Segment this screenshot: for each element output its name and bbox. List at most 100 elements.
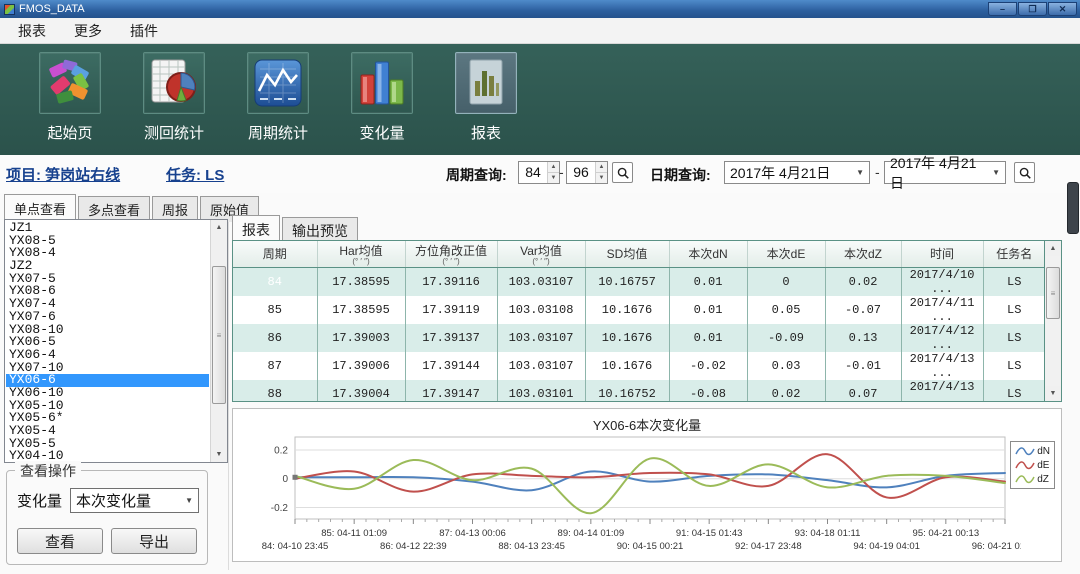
column-header[interactable]: 本次dN bbox=[669, 241, 747, 267]
point-listbox: JZ1YX08-5YX08-4JZ2YX07-5YX08-6YX07-4YX07… bbox=[4, 219, 228, 463]
menubar: 报表 更多 插件 bbox=[0, 18, 1080, 44]
column-header[interactable]: 本次dZ bbox=[825, 241, 901, 267]
toolbar-report-button[interactable]: 报表 bbox=[438, 44, 534, 155]
table-cell: -0.02 bbox=[669, 352, 747, 380]
table-cell: -0.08 bbox=[669, 380, 747, 402]
variation-chart-panel: YX06-6本次变化量 0.20-0.284: 04-10 23:4585: 0… bbox=[232, 408, 1062, 562]
date-from-combobox[interactable]: 2017年 4月21日 ▼ bbox=[724, 161, 870, 184]
svg-text:86: 04-12 22:39: 86: 04-12 22:39 bbox=[380, 541, 447, 552]
column-header[interactable]: Var均值(° ′ ″) bbox=[497, 241, 585, 267]
table-cell: 0 bbox=[747, 267, 825, 296]
toolbar: 起始页 测回统计 bbox=[0, 44, 1080, 155]
date-search-button[interactable] bbox=[1014, 162, 1035, 183]
table-cell: 17.39003 bbox=[317, 324, 405, 352]
project-link[interactable]: 项目: 笋岗站右线 bbox=[6, 164, 120, 185]
variation-type-dropdown[interactable]: 本次变化量 ▼ bbox=[70, 488, 199, 513]
legend-line-icon bbox=[1015, 445, 1035, 458]
panel-divider bbox=[228, 219, 229, 570]
query-bar: 项目: 笋岗站右线 任务: LS 周期查询: 84 ▲ ▼ - 96 ▲ ▼ 日… bbox=[0, 155, 1080, 193]
window-title: FMOS_DATA bbox=[19, 3, 85, 15]
table-cell: 0.07 bbox=[825, 380, 901, 402]
period-from-spinner[interactable]: 84 ▲ ▼ bbox=[518, 161, 560, 184]
titlebar: FMOS_DATA – ❐ ✕ bbox=[0, 0, 1080, 18]
tab-single-point[interactable]: 单点查看 bbox=[4, 194, 76, 222]
column-header[interactable]: 周期 bbox=[233, 241, 317, 267]
table-cell: 2017/4/10 ... bbox=[901, 267, 983, 296]
period-to-up-arrow[interactable]: ▲ bbox=[596, 162, 607, 173]
period-to-spinner[interactable]: 96 ▲ ▼ bbox=[566, 161, 608, 184]
scroll-down-arrow[interactable]: ▼ bbox=[211, 447, 227, 462]
minimize-button[interactable]: – bbox=[988, 2, 1017, 16]
report-table: 周期Har均值(° ′ ″)方位角改正值(° ′ ″)Var均值(° ′ ″)S… bbox=[233, 241, 1044, 401]
view-button[interactable]: 查看 bbox=[17, 528, 103, 554]
period-search-button[interactable] bbox=[612, 162, 633, 183]
column-header[interactable]: 任务名 bbox=[983, 241, 1044, 267]
window-controls: – ❐ ✕ bbox=[987, 2, 1077, 16]
task-link[interactable]: 任务: LS bbox=[166, 164, 224, 185]
table-cell: 103.03101 bbox=[497, 380, 585, 402]
report-table-panel: 周期Har均值(° ′ ″)方位角改正值(° ′ ″)Var均值(° ′ ″)S… bbox=[232, 240, 1062, 402]
table-row[interactable]: 8417.3859517.39116103.0310710.167570.010… bbox=[233, 267, 1044, 296]
svg-text:96: 04-21 01:49: 96: 04-21 01:49 bbox=[972, 541, 1021, 552]
toolbar-round-stats-button[interactable]: 测回统计 bbox=[126, 44, 222, 155]
column-header[interactable]: Har均值(° ′ ″) bbox=[317, 241, 405, 267]
table-cell: 17.38595 bbox=[317, 267, 405, 296]
table-row[interactable]: 8617.3900317.39137103.0310710.16760.01-0… bbox=[233, 324, 1044, 352]
column-header[interactable]: 本次dE bbox=[747, 241, 825, 267]
table-cell: 17.39144 bbox=[405, 352, 497, 380]
legend-entry: dE bbox=[1015, 458, 1050, 472]
table-cell: LS bbox=[983, 324, 1044, 352]
legend-line-icon bbox=[1015, 459, 1035, 472]
svg-text:93: 04-18 01:11: 93: 04-18 01:11 bbox=[795, 528, 861, 539]
period-from-up-arrow[interactable]: ▲ bbox=[548, 162, 559, 173]
menu-item-report[interactable]: 报表 bbox=[4, 19, 60, 43]
variation-field-label: 变化量 bbox=[17, 490, 62, 511]
toolbar-start-page-button[interactable]: 起始页 bbox=[22, 44, 118, 155]
list-item[interactable]: YX08-4 bbox=[6, 247, 209, 260]
table-row[interactable]: 8517.3859517.39119103.0310810.16760.010.… bbox=[233, 296, 1044, 324]
toolbar-label-round-stats: 测回统计 bbox=[144, 122, 204, 143]
svg-text:95: 04-21 00:13: 95: 04-21 00:13 bbox=[913, 528, 980, 539]
close-button[interactable]: ✕ bbox=[1048, 2, 1077, 16]
export-button[interactable]: 导出 bbox=[111, 528, 197, 554]
point-list-scrollbar: ▲ ≡ ▼ bbox=[210, 220, 227, 462]
maximize-button[interactable]: ❐ bbox=[1018, 2, 1047, 16]
view-operations-title: 查看操作 bbox=[15, 461, 81, 481]
table-cell: 17.39137 bbox=[405, 324, 497, 352]
table-cell: 17.39119 bbox=[405, 296, 497, 324]
column-header[interactable]: 方位角改正值(° ′ ″) bbox=[405, 241, 497, 267]
menu-item-plugins[interactable]: 插件 bbox=[116, 19, 172, 43]
table-cell: 2017/4/11 ... bbox=[901, 296, 983, 324]
column-header[interactable]: 时间 bbox=[901, 241, 983, 267]
toolbar-label-variation: 变化量 bbox=[359, 122, 404, 143]
period-to-down-arrow[interactable]: ▼ bbox=[596, 173, 607, 183]
scroll-up-arrow[interactable]: ▲ bbox=[211, 220, 227, 235]
toolbar-period-stats-button[interactable]: 周期统计 bbox=[230, 44, 326, 155]
svg-text:-0.2: -0.2 bbox=[271, 503, 289, 514]
svg-text:90: 04-15 00:21: 90: 04-15 00:21 bbox=[617, 541, 684, 552]
list-item[interactable]: YX04-10 bbox=[6, 450, 209, 461]
scroll-up-arrow[interactable]: ▲ bbox=[1045, 241, 1061, 256]
table-cell: 0.05 bbox=[747, 296, 825, 324]
scroll-down-arrow[interactable]: ▼ bbox=[1045, 386, 1061, 401]
period-query-label: 周期查询: bbox=[446, 165, 507, 185]
period-from-down-arrow[interactable]: ▼ bbox=[548, 173, 559, 183]
variation-type-value: 本次变化量 bbox=[76, 490, 151, 511]
table-row[interactable]: 8817.3900417.39147103.0310110.16752-0.08… bbox=[233, 380, 1044, 402]
toolbar-variation-button[interactable]: 变化量 bbox=[334, 44, 430, 155]
window-scrollbar-thumb[interactable] bbox=[1067, 182, 1079, 234]
date-to-value: 2017年 4月21日 bbox=[890, 153, 986, 193]
table-row[interactable]: 8717.3900617.39144103.0310710.1676-0.020… bbox=[233, 352, 1044, 380]
table-cell: 0.02 bbox=[747, 380, 825, 402]
chevron-down-icon: ▼ bbox=[850, 168, 864, 177]
period-to-value: 96 bbox=[567, 162, 595, 183]
table-cell: 84 bbox=[233, 267, 317, 296]
scrollbar-thumb[interactable]: ≡ bbox=[1046, 267, 1060, 319]
table-cell: 17.38595 bbox=[317, 296, 405, 324]
menu-item-more[interactable]: 更多 bbox=[60, 19, 116, 43]
scrollbar-thumb[interactable]: ≡ bbox=[212, 266, 226, 404]
legend-line-icon bbox=[1015, 473, 1035, 486]
column-header[interactable]: SD均值 bbox=[585, 241, 669, 267]
date-to-combobox[interactable]: 2017年 4月21日 ▼ bbox=[884, 161, 1006, 184]
variation-icon bbox=[351, 52, 413, 114]
